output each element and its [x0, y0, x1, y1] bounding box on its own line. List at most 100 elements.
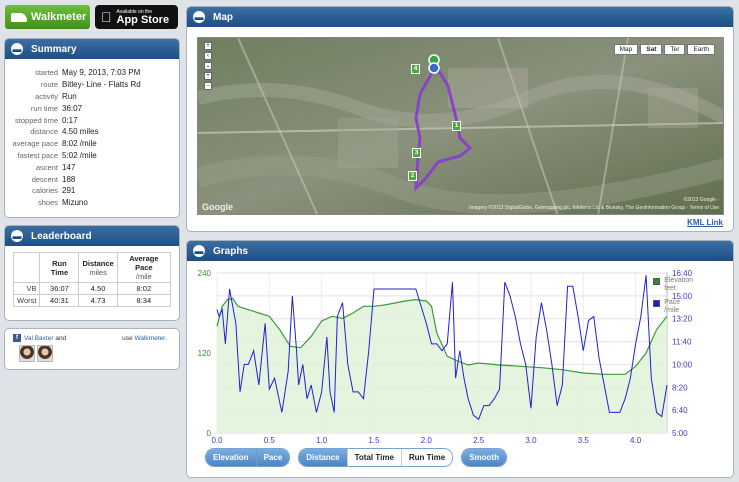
pace-button[interactable]: Pace	[255, 449, 290, 466]
map-controls: + ‹ ⌄ + −	[204, 42, 218, 92]
summary-label: started	[35, 68, 58, 78]
summary-rows: started May 9, 2013, 7:03 PM route Bitley- …	[5, 59, 179, 209]
smooth-button[interactable]: Smooth	[462, 449, 506, 466]
chart-legend: Elevation feet Pace/mile	[653, 277, 693, 321]
waypoint-marker[interactable]: 4	[411, 64, 420, 74]
summary-row: ascent 147	[5, 161, 179, 173]
avatar[interactable]	[19, 345, 35, 362]
social-use: use	[122, 334, 133, 342]
graphs-header[interactable]: ▬ Graphs	[187, 241, 733, 261]
legend-item[interactable]: Elevation feet	[653, 277, 693, 293]
lb-pace: 8:02	[116, 282, 172, 295]
satellite-map[interactable]: 4 1 3 2 + ‹ ⌄ + − Map Sat Ter Earth Google …	[197, 37, 724, 215]
y-right-tick-label: 11:40	[672, 338, 692, 347]
y-right-tick-label: 5:00	[672, 429, 688, 438]
summary-row: stopped time 0:17	[5, 114, 179, 126]
leaderboard-title: Leaderboard	[31, 230, 92, 242]
summary-label: distance	[30, 127, 58, 137]
lb-pace: 8:34	[116, 294, 172, 307]
legend-unit: /mile	[664, 307, 679, 314]
zoom-out-icon[interactable]: −	[204, 82, 212, 90]
appstore-big-text: App Store	[106, 13, 170, 26]
total-time-button[interactable]: Total Time	[346, 449, 401, 466]
summary-label: average pace	[12, 139, 58, 149]
pan-left-icon[interactable]: ‹	[204, 52, 212, 60]
lb-distance: 4.73	[78, 294, 118, 307]
summary-label: calories	[32, 186, 58, 196]
map-type-ter[interactable]: Ter	[664, 44, 686, 55]
lb-name: Worst	[12, 294, 41, 307]
waypoint-marker[interactable]: 3	[412, 148, 421, 158]
collapse-icon[interactable]: ▬	[193, 245, 205, 257]
summary-label: stopped time	[15, 115, 58, 125]
legend-name: Elevation	[664, 277, 693, 284]
summary-value: 36:07	[62, 103, 83, 113]
map-type-sat[interactable]: Sat	[640, 44, 663, 55]
zoom-in-icon[interactable]: +	[204, 72, 212, 80]
map-type-map[interactable]: Map	[613, 44, 639, 55]
collapse-icon[interactable]: ▬	[11, 43, 23, 55]
summary-value: 4.50 miles	[62, 127, 99, 137]
run-time-button[interactable]: Run Time	[400, 449, 453, 466]
map-type-earth[interactable]: Earth	[687, 44, 715, 55]
summary-row: run time 36:07	[5, 102, 179, 114]
summary-label: activity	[35, 91, 58, 101]
summary-panel: ▬ Summary started May 9, 2013, 7:03 PM rou…	[4, 38, 180, 218]
legend-swatch	[653, 278, 661, 285]
leaderboard-header[interactable]: ▬ Leaderboard	[5, 226, 179, 246]
legend-name: Pace	[664, 299, 681, 306]
summary-label: route	[40, 80, 58, 90]
leaderboard-table: Run Time Distance miles Average Pace/mile…	[12, 252, 172, 307]
summary-row: calories 291	[5, 185, 179, 197]
x-tick-label: 2.0	[421, 436, 433, 443]
waypoint-marker[interactable]: 1	[452, 121, 461, 131]
summary-value: Bitley- Line - Flatts Rd	[62, 80, 141, 90]
walkmeter-logo[interactable]: Walkmeter	[5, 5, 90, 29]
social-panel: f Val Baxter and use Walkmeter.	[4, 328, 180, 370]
waypoint-marker[interactable]: 2	[408, 171, 417, 181]
summary-row: route Bitley- Line - Flatts Rd	[5, 79, 179, 91]
social-and: and	[55, 334, 67, 342]
walkmeter-link[interactable]: Walkmeter	[134, 335, 165, 342]
lb-distance: 4.50	[78, 282, 118, 295]
series-toggle-group: Elevation Pace	[205, 448, 291, 467]
summary-row: activity Run	[5, 91, 179, 103]
shoe-icon	[11, 12, 27, 22]
walkmeter-logo-text: Walkmeter	[31, 11, 87, 23]
summary-header[interactable]: ▬ Summary	[5, 39, 179, 59]
google-logo: Google	[202, 202, 233, 212]
lb-name: VB	[12, 282, 41, 295]
y-left-tick-label: 120	[198, 349, 212, 358]
x-tick-label: 2.5	[473, 436, 485, 443]
map-header[interactable]: ▬ Map	[187, 7, 733, 27]
summary-value: Run	[62, 91, 77, 101]
lb-header-distance: Distance miles	[78, 252, 118, 283]
appstore-badge[interactable]:  Available on the App Store	[95, 5, 178, 29]
pan-down-icon[interactable]: ⌄	[204, 62, 212, 70]
social-line: f Val Baxter and use Walkmeter.	[5, 329, 179, 345]
summary-row: average pace 8:02 /mile	[5, 138, 179, 150]
collapse-icon[interactable]: ▬	[193, 11, 205, 23]
distance-button[interactable]: Distance	[299, 449, 347, 466]
lb-header-pace: Average Pace/mile	[116, 252, 172, 283]
graph-button-bar: Elevation Pace Distance Total Time Run Time…	[205, 448, 515, 467]
friend-link[interactable]: Val Baxter	[24, 335, 54, 342]
avatar[interactable]	[37, 345, 53, 362]
kml-link[interactable]: KML Link	[687, 218, 723, 227]
leaderboard-row: VB 36:07 4.50 8:02	[12, 282, 172, 295]
apple-icon: 	[101, 9, 112, 25]
y-right-tick-label: 6:40	[672, 406, 688, 415]
graph-chart[interactable]: 16:4015:0013:2011:4010:008:206:405:000.0…	[187, 263, 734, 443]
summary-value: 291	[62, 186, 76, 196]
map-imagery	[198, 38, 723, 214]
legend-unit: feet	[664, 285, 676, 292]
x-tick-label: 0.5	[264, 436, 276, 443]
leaderboard-row: Worst 40:31 4.73 8:34	[12, 294, 172, 307]
collapse-icon[interactable]: ▬	[11, 230, 23, 242]
pan-icon[interactable]: +	[204, 42, 212, 50]
summary-value: 0:17	[62, 115, 78, 125]
elevation-button[interactable]: Elevation	[206, 449, 256, 466]
legend-swatch	[653, 300, 661, 307]
legend-item[interactable]: Pace/mile	[653, 299, 693, 315]
summary-value: May 9, 2013, 7:03 PM	[62, 68, 141, 78]
